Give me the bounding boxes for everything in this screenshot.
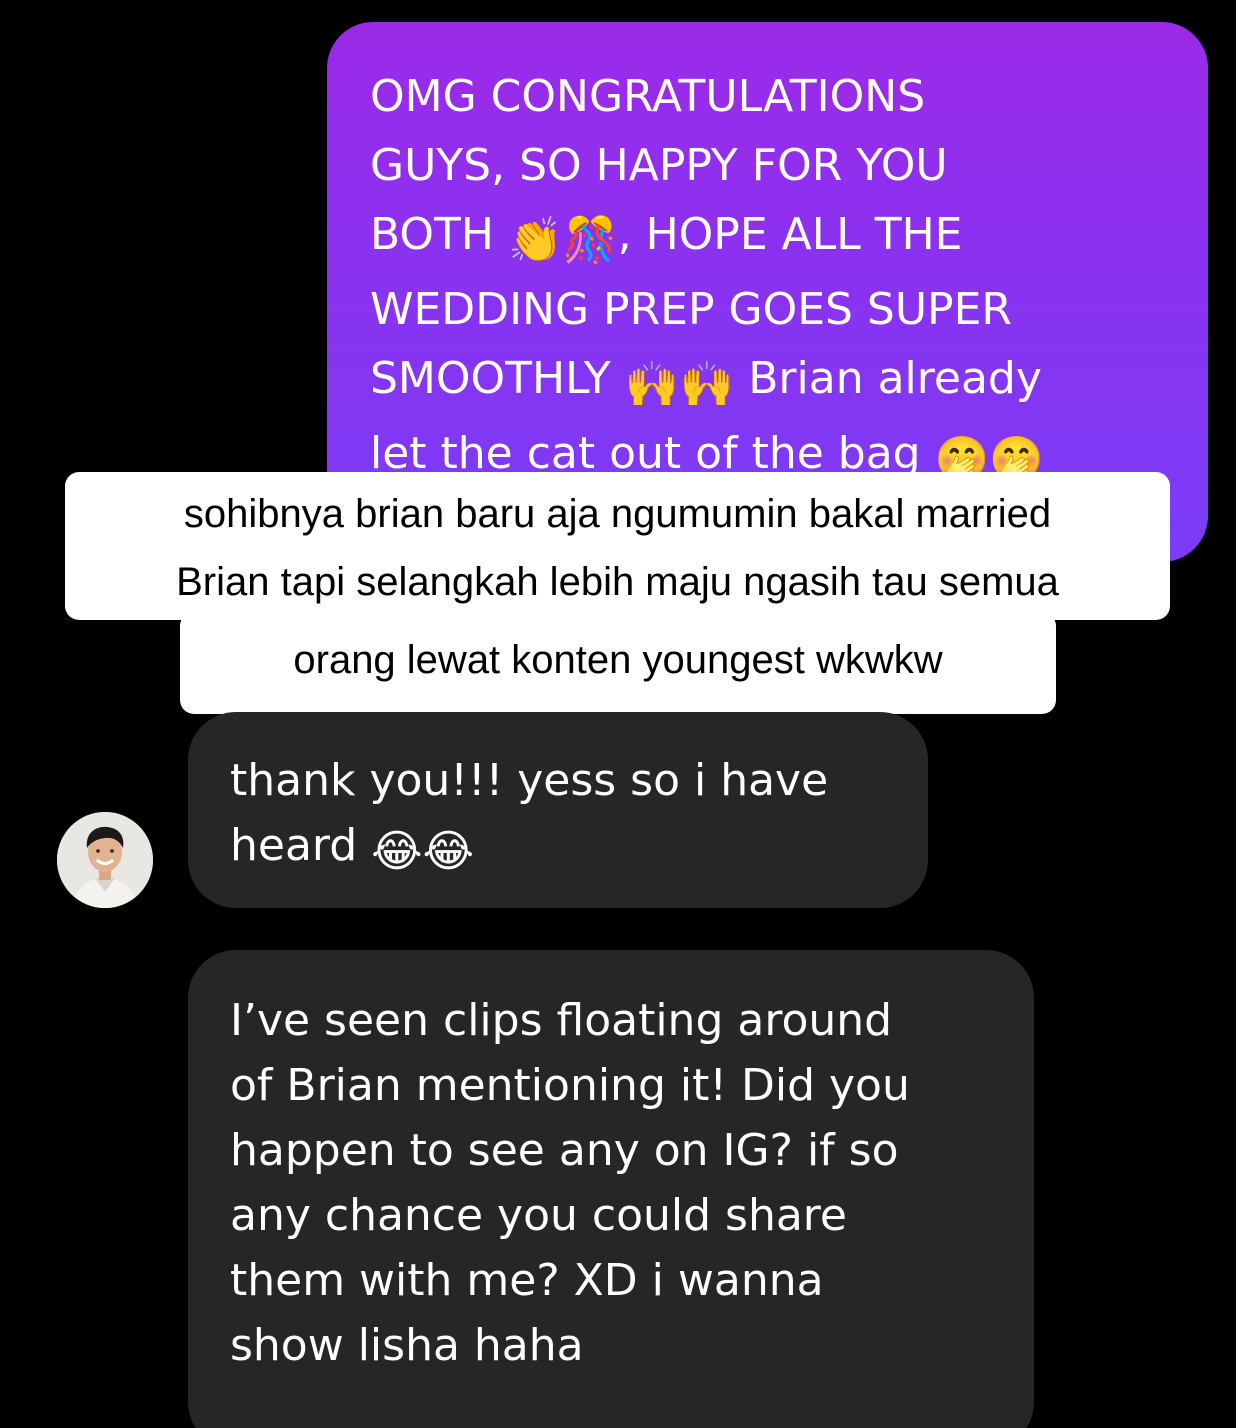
- chat-screen: OMG CONGRATULATIONS GUYS, SO HAPPY FOR Y…: [0, 0, 1236, 1428]
- sent-line-5-start: SMOOTHLY: [370, 353, 625, 404]
- sent-line-5-end: Brian already: [734, 353, 1042, 404]
- sent-line-3-end: , HOPE ALL THE: [617, 209, 963, 260]
- avatar-photo-icon: [57, 812, 153, 908]
- received-message-bubble[interactable]: thank you!!! yess so i have heard 😂😂: [188, 712, 928, 908]
- tears-of-joy-emoji-icon: 😂: [371, 826, 423, 877]
- received-2-line-5: them with me? XD i wanna: [230, 1255, 824, 1306]
- received-2-line-2: of Brian mentioning it! Did you: [230, 1060, 910, 1111]
- confetti-emoji-icon: 🎊: [562, 215, 618, 266]
- sent-line-2: GUYS, SO HAPPY FOR YOU: [370, 140, 948, 191]
- sent-line-4: WEDDING PREP GOES SUPER: [370, 284, 1012, 335]
- clapping-hands-emoji-icon: 👏: [508, 215, 563, 266]
- sent-line-1: OMG CONGRATULATIONS: [370, 71, 926, 122]
- received-2-line-3: happen to see any on IG? if so: [230, 1125, 899, 1176]
- contact-avatar[interactable]: [57, 812, 153, 908]
- raised-hands-emoji-icon: 🙌: [624, 359, 680, 410]
- received-2-line-6: show lisha haha: [230, 1320, 584, 1371]
- caption-line-1: sohibnya brian baru aja ngumumin bakal m…: [183, 492, 1052, 536]
- received-2-line-1: I’ve seen clips floating around: [230, 995, 893, 1046]
- caption-overlay-top: sohibnya brian baru aja ngumumin bakal m…: [65, 472, 1170, 620]
- caption-overlay-bottom: orang lewat konten youngest wkwkw: [180, 612, 1056, 714]
- tears-of-joy-emoji-icon: 😂: [422, 826, 474, 877]
- received-line-2: heard: [230, 820, 372, 871]
- received-line-1: thank you!!! yess so i have: [230, 755, 829, 806]
- raised-hands-emoji-icon: 🙌: [679, 359, 735, 410]
- sent-line-3-start: BOTH: [370, 209, 508, 260]
- caption-line-2: Brian tapi selangkah lebih maju ngasih t…: [176, 560, 1059, 604]
- received-message-bubble[interactable]: I’ve seen clips floating around of Brian…: [188, 950, 1034, 1428]
- received-2-line-4: any chance you could share: [230, 1190, 847, 1241]
- caption-line-3: orang lewat konten youngest wkwkw: [293, 638, 943, 682]
